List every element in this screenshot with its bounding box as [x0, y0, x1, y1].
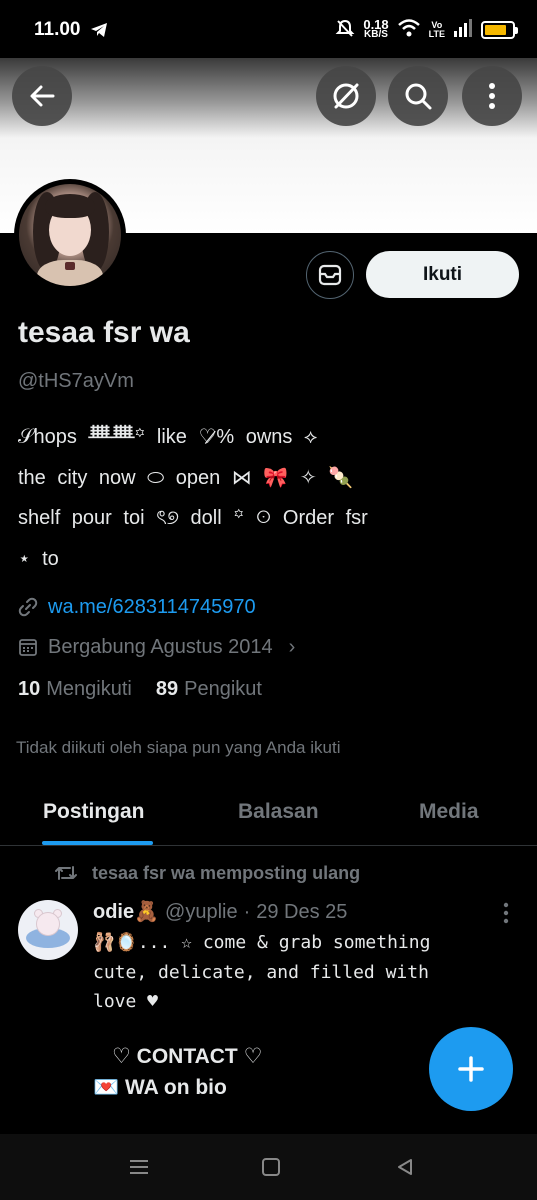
- profile-name: tesaa fsr wa: [18, 316, 190, 349]
- website-row: wa.me/6283114745970: [18, 592, 256, 622]
- bio-line: the city now ⬭ open ⋈ 🎀 ✧ 🍡: [18, 466, 354, 489]
- following-stat[interactable]: 10 Mengikuti: [18, 678, 132, 701]
- post-text-line: cute, delicate, and filled with: [93, 961, 429, 983]
- repost-text: tesaa fsr wa memposting ulang: [92, 862, 361, 883]
- mutual-followers-note: Tidak diikuti oleh siapa pun yang Anda i…: [16, 738, 341, 757]
- recent-apps-button[interactable]: [124, 1154, 154, 1180]
- post-contact-line: ♡ CONTACT ♡: [112, 1045, 263, 1068]
- status-time: 11.00: [34, 19, 81, 40]
- profile-bio: 𝒮hops ᚙᚙ꙳ like ♡̷% owns ⟡ the city now ⬭…: [18, 420, 518, 582]
- more-vertical-icon: [503, 902, 509, 924]
- more-vertical-icon: [489, 83, 495, 109]
- tab-media[interactable]: Media: [419, 800, 479, 824]
- grok-icon: [333, 83, 359, 109]
- wifi-icon: [397, 18, 421, 43]
- post-author-handle[interactable]: @yuplie: [165, 901, 238, 924]
- chevron-right-icon: ›: [288, 635, 296, 658]
- calendar-icon: [19, 639, 37, 656]
- active-tab-indicator: [42, 841, 153, 845]
- post-text-line: 🩰🪞... ☆ come & grab something: [93, 932, 431, 953]
- menu-icon: [130, 1160, 148, 1174]
- plus-icon: [458, 1056, 484, 1082]
- followers-stat[interactable]: 89 Pengikut: [156, 678, 262, 701]
- bio-line: ⋆ to: [18, 547, 59, 570]
- website-link[interactable]: wa.me/6283114745970: [48, 596, 256, 619]
- repost-icon: [55, 866, 77, 880]
- signal-icon: [453, 18, 473, 42]
- post-header: odie🧸 @yuplie · 29 Des 25: [93, 899, 347, 927]
- telegram-icon: [90, 22, 108, 43]
- joined-row[interactable]: Bergabung Agustus 2014 ›: [18, 632, 295, 662]
- back-triangle-icon: [398, 1159, 412, 1175]
- avatar-image: [19, 184, 121, 286]
- status-icons: 0.18 KB/S Vo LTE: [335, 16, 518, 44]
- joined-date: Bergabung Agustus 2014: [48, 635, 273, 658]
- follow-stats: 10 Mengikuti 89 Pengikut: [18, 678, 262, 701]
- post-author-avatar[interactable]: [18, 900, 78, 960]
- more-button[interactable]: [462, 66, 522, 126]
- volte-indicator: Vo LTE: [428, 20, 445, 39]
- search-icon: [405, 83, 432, 110]
- status-bar: 11.00 0.18 KB/S Vo LTE: [0, 0, 537, 58]
- grok-button[interactable]: [316, 66, 376, 126]
- back-button[interactable]: [12, 66, 72, 126]
- bio-line: 𝒮hops ᚙᚙ꙳ like ♡̷% owns ⟡: [18, 426, 318, 448]
- message-button[interactable]: [306, 251, 354, 299]
- bio-line: shelf pour toi ৎ୭ doll ꙳ ꖴ Order fsr: [18, 507, 368, 529]
- system-navigation-bar: [0, 1134, 537, 1200]
- home-square-icon: [262, 1158, 280, 1176]
- profile-avatar[interactable]: [14, 179, 126, 291]
- tab-replies[interactable]: Balasan: [238, 800, 319, 824]
- repost-indicator: tesaa fsr wa memposting ulang: [54, 860, 360, 886]
- link-icon: [18, 597, 38, 617]
- follow-button[interactable]: Ikuti: [366, 251, 519, 298]
- post-separator: ·: [243, 901, 251, 923]
- post-text-line: love ♥: [93, 991, 159, 1012]
- profile-handle: @tHS7ayVm: [18, 370, 134, 392]
- back-nav-button[interactable]: [390, 1154, 420, 1180]
- battery-icon: [481, 21, 518, 39]
- network-speed: 0.18 KB/S: [363, 17, 389, 40]
- mute-icon: [335, 18, 355, 43]
- post-text: 🩰🪞... ☆ come & grab something cute, deli…: [93, 928, 493, 1017]
- tab-posts[interactable]: Postingan: [43, 800, 145, 824]
- search-button[interactable]: [388, 66, 448, 126]
- home-button[interactable]: [256, 1154, 286, 1180]
- compose-post-button[interactable]: [429, 1027, 513, 1111]
- arrow-left-icon: [30, 85, 55, 107]
- post-date[interactable]: 29 Des 25: [256, 901, 347, 924]
- profile-tabs: Postingan Balasan Media: [0, 786, 537, 846]
- post-author-name[interactable]: odie🧸: [93, 899, 159, 924]
- post-more-button[interactable]: [502, 902, 510, 929]
- post-wa-line: 💌 WA on bio: [93, 1076, 227, 1099]
- mail-icon: [318, 264, 342, 286]
